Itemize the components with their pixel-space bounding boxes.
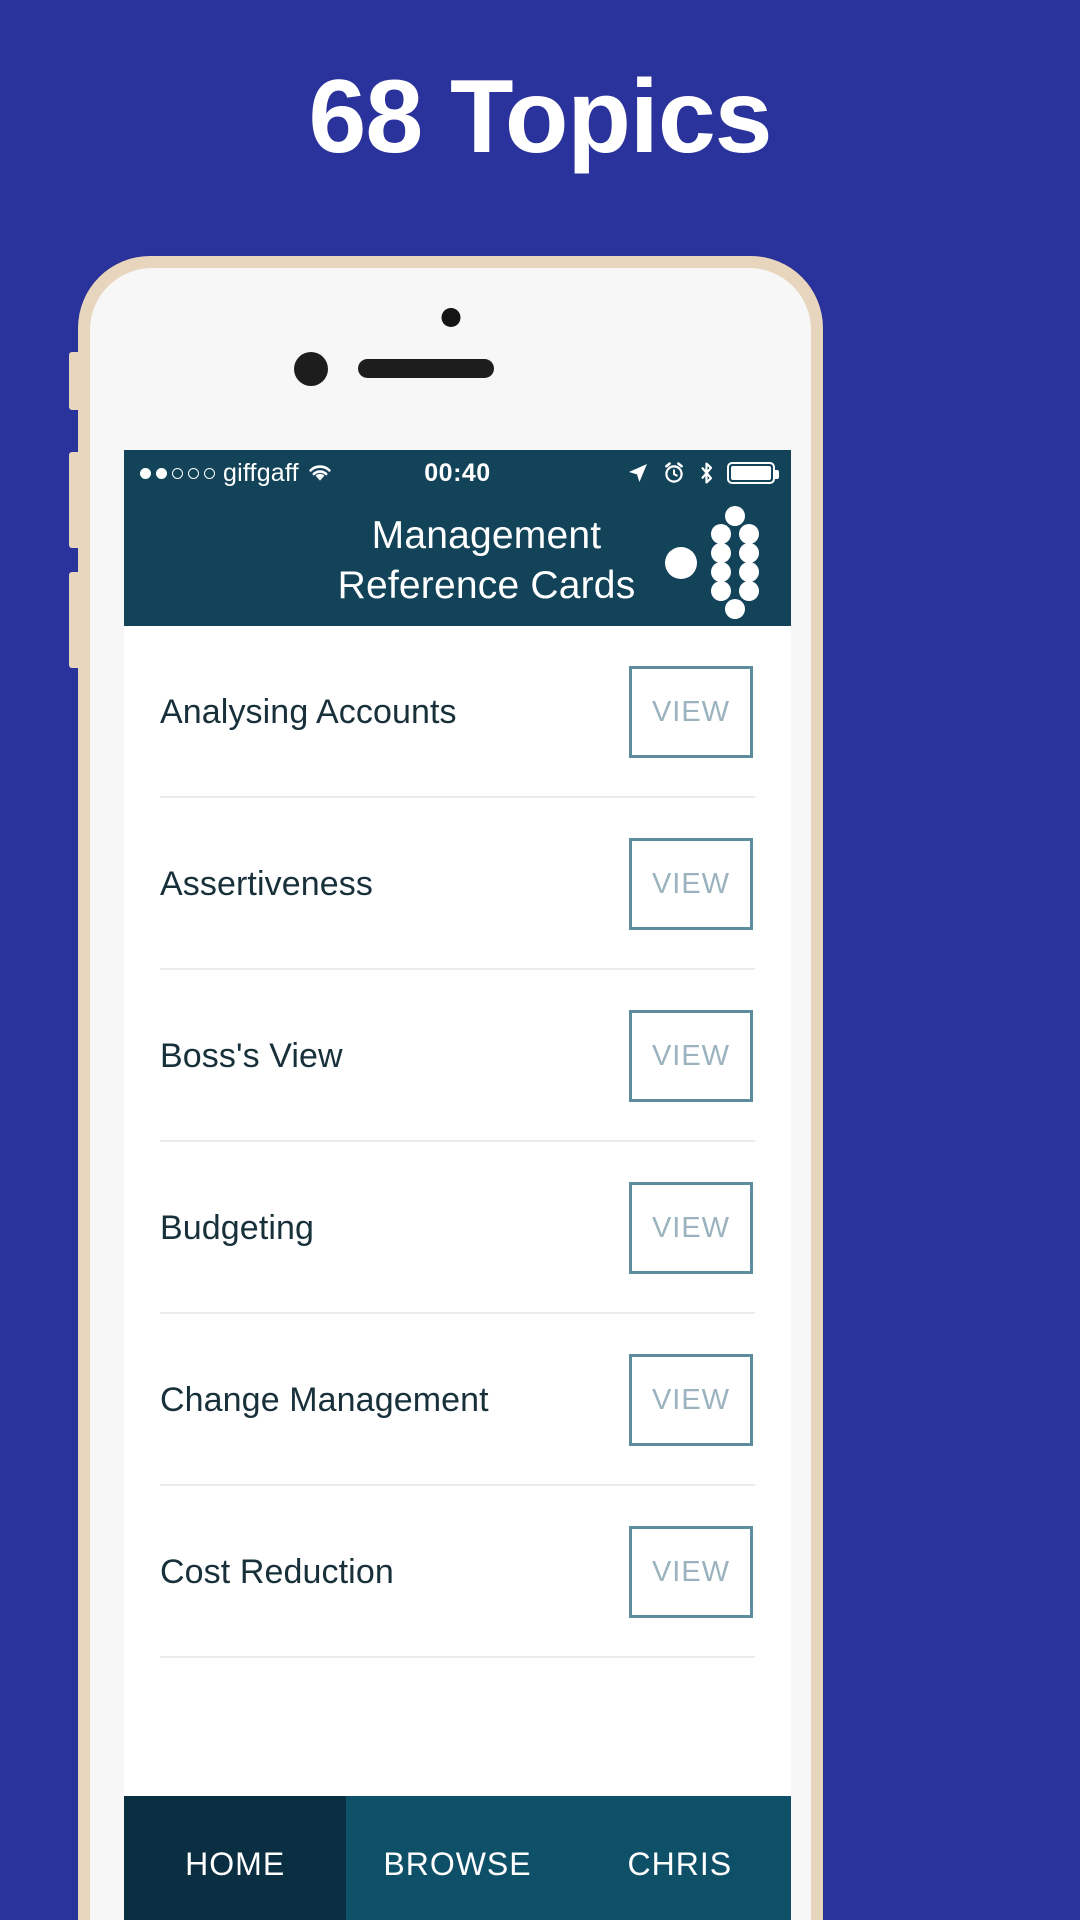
list-item[interactable]: Boss's View VIEW [124,970,791,1142]
view-button[interactable]: VIEW [629,1182,753,1274]
page-title: 68 Topics [308,59,772,175]
carrier-label: giffgaff [223,458,299,487]
dotted-diamond-logo [663,503,767,619]
tab-bar: HOME BROWSE CHRIS [124,1796,791,1920]
promo-screenshot: 68 Topics giffgaff 00:40 Management Refe… [0,0,1080,1920]
view-button[interactable]: VIEW [629,666,753,758]
phone-frame: giffgaff 00:40 Management Reference Card… [69,256,823,1920]
tab-home[interactable]: HOME [124,1796,347,1920]
list-item[interactable]: Cost Reduction VIEW [124,1486,791,1658]
list-item-label: Boss's View [160,1036,343,1075]
view-button[interactable]: VIEW [629,1526,753,1618]
list-item[interactable]: Assertiveness VIEW [124,798,791,970]
phone-screen: giffgaff 00:40 Management Reference Card… [124,450,791,1920]
status-bar-left: giffgaff [140,459,333,488]
tab-browse[interactable]: BROWSE [346,1796,569,1920]
topic-list: Analysing Accounts VIEW Assertiveness VI… [124,626,791,1796]
tab-chris[interactable]: CHRIS [568,1796,791,1920]
alarm-clock-icon [662,461,686,485]
list-item[interactable]: Change Management VIEW [124,1314,791,1486]
list-item[interactable]: Budgeting VIEW [124,1142,791,1314]
phone-face: giffgaff 00:40 Management Reference Card… [90,268,811,1920]
view-button[interactable]: VIEW [629,838,753,930]
view-button[interactable]: VIEW [629,1354,753,1446]
list-item-label: Assertiveness [160,864,373,903]
volume-down-button[interactable] [69,572,79,668]
signal-strength-icon [140,467,215,479]
battery-full-icon [727,462,779,484]
status-bar-right [626,461,779,485]
mute-switch-button[interactable] [69,352,79,410]
bluetooth-icon [698,461,715,485]
earpiece-speaker [358,359,494,378]
status-bar: giffgaff 00:40 [124,450,791,496]
view-button[interactable]: VIEW [629,1010,753,1102]
volume-up-button[interactable] [69,452,79,548]
list-item-label: Analysing Accounts [160,692,457,731]
location-arrow-icon [626,461,650,485]
front-camera-icon [294,352,328,386]
app-header: Management Reference Cards [124,496,791,626]
wifi-icon [307,463,333,483]
list-item-label: Budgeting [160,1208,315,1247]
list-item-label: Cost Reduction [160,1552,394,1591]
list-item-label: Change Management [160,1380,489,1419]
list-item[interactable]: Analysing Accounts VIEW [124,626,791,798]
sensor-dot-icon [441,308,460,327]
